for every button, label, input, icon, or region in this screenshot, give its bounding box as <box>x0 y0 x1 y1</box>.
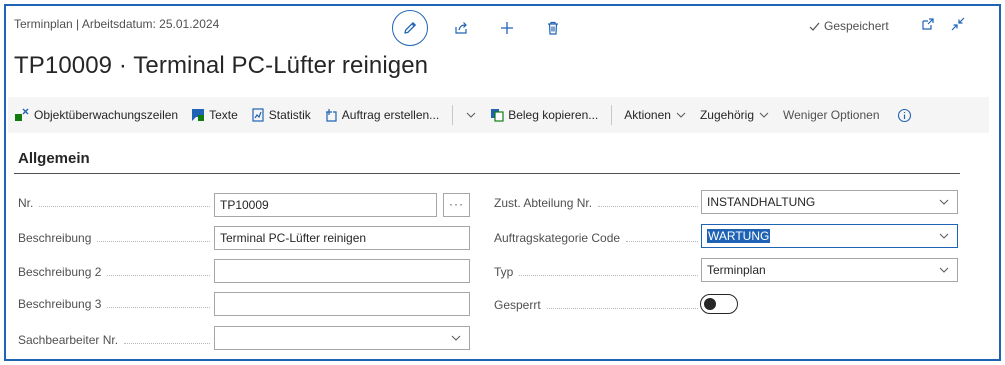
beschreibung3-label: Beschreibung 3 <box>18 297 210 311</box>
sachbearbeiter-select[interactable] <box>214 326 470 350</box>
chevron-down-icon <box>939 199 949 205</box>
sachbearbeiter-label: Sachbearbeiter Nr. <box>18 333 210 347</box>
checkmark-icon <box>809 22 820 31</box>
delete-button[interactable] <box>540 15 566 41</box>
breadcrumb: Terminplan | Arbeitsdatum: 25.01.2024 <box>14 17 220 31</box>
pencil-icon <box>404 22 416 34</box>
beleg-kopieren-action[interactable]: Beleg kopieren... <box>490 108 598 122</box>
new-document-icon <box>325 109 337 122</box>
chevron-down-icon <box>466 112 476 118</box>
weniger-optionen-button[interactable]: Weniger Optionen <box>783 108 880 122</box>
copy-document-icon <box>491 109 504 122</box>
aktionen-menu[interactable]: Aktionen <box>624 108 687 122</box>
more-actions-dropdown[interactable] <box>465 109 477 121</box>
beschreibung3-input[interactable] <box>214 292 470 316</box>
header-actions <box>392 8 586 48</box>
objektueberwachung-action[interactable]: Objektüberwachungszeilen <box>14 108 178 122</box>
nr-input[interactable]: TP10009 <box>214 193 437 217</box>
window-controls <box>920 16 966 32</box>
beschreibung-label: Beschreibung <box>18 231 210 245</box>
monitor-lines-icon <box>15 108 29 121</box>
typ-select[interactable]: Terminplan <box>701 258 958 282</box>
nr-lookup-button[interactable]: ··· <box>443 193 470 217</box>
gesperrt-toggle[interactable] <box>700 294 738 314</box>
section-title: Allgemein <box>18 150 90 167</box>
abteilung-label: Zust. Abteilung Nr. <box>494 196 698 210</box>
chevron-down-icon <box>939 233 949 239</box>
kategorie-label: Auftragskategorie Code <box>494 231 698 245</box>
action-separator <box>611 105 613 125</box>
statistik-action[interactable]: Statistik <box>251 108 311 122</box>
chevron-down-icon <box>451 335 461 341</box>
edit-button[interactable] <box>392 10 428 46</box>
beschreibung2-input[interactable] <box>214 259 470 283</box>
gesperrt-label: Gesperrt <box>494 298 698 312</box>
share-button[interactable] <box>448 15 474 41</box>
new-button[interactable] <box>494 15 520 41</box>
trash-icon <box>548 21 558 35</box>
kategorie-select[interactable]: WARTUNG <box>701 224 958 248</box>
nr-label: Nr. <box>18 196 210 210</box>
page-title: TP10009 · Terminal PC-Lüfter reinigen <box>14 52 429 79</box>
zugehoerig-menu[interactable]: Zugehörig <box>700 108 770 122</box>
statistics-icon <box>252 108 264 122</box>
collapse-icon[interactable] <box>950 16 966 32</box>
abteilung-select[interactable]: INSTANDHALTUNG <box>701 190 958 214</box>
saved-status: Gespeichert <box>808 19 889 33</box>
texte-action[interactable]: Texte <box>191 108 238 122</box>
info-button[interactable] <box>897 108 912 123</box>
open-new-window-icon[interactable] <box>920 16 936 32</box>
beschreibung-input[interactable]: Terminal PC-Lüfter reinigen <box>214 226 470 250</box>
share-icon <box>455 22 467 34</box>
action-bar: Objektüberwachungszeilen Texte Statistik… <box>8 97 989 133</box>
action-separator <box>452 105 454 125</box>
chevron-down-icon <box>939 267 949 273</box>
chevron-down-icon <box>676 112 686 118</box>
section-divider <box>14 173 960 174</box>
chevron-down-icon <box>759 112 769 118</box>
beschreibung2-label: Beschreibung 2 <box>18 265 210 279</box>
info-icon <box>897 108 911 122</box>
texts-icon <box>192 109 205 121</box>
auftrag-erstellen-action[interactable]: Auftrag erstellen... <box>324 108 439 122</box>
toggle-knob <box>704 298 716 310</box>
saved-label: Gespeichert <box>824 19 889 33</box>
typ-label: Typ <box>494 265 698 279</box>
plus-icon <box>501 22 513 34</box>
